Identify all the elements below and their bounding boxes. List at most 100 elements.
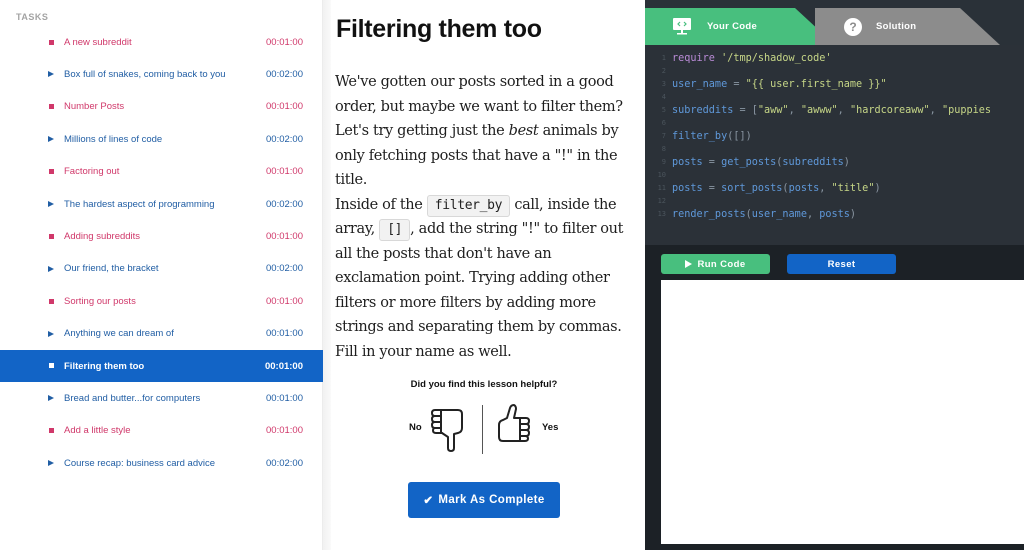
- task-item[interactable]: The hardest aspect of programming 00:02:0…: [0, 188, 323, 220]
- lesson-panel: Filtering them too We've gotten our post…: [331, 0, 645, 550]
- question-icon: ?: [844, 17, 862, 36]
- code-token: ,: [819, 183, 832, 194]
- task-duration: 00:02:00: [266, 69, 303, 81]
- inline-code-brackets: []: [379, 219, 411, 241]
- task-title: Adding subreddits: [64, 231, 141, 243]
- line-number: 2: [661, 67, 666, 75]
- code-token: "hardcoreaww": [849, 105, 930, 116]
- lesson-body: We've gotten our posts sorted in a good …: [335, 70, 635, 364]
- play-icon: [46, 134, 56, 144]
- code-token: posts: [672, 183, 703, 194]
- task-duration: 00:01:00: [264, 360, 303, 372]
- code-token: user_name: [672, 79, 728, 90]
- reset-button[interactable]: Reset: [787, 254, 896, 274]
- task-item[interactable]: Sorting our posts 00:01:00: [0, 285, 323, 317]
- task-title: Millions of lines of code: [64, 133, 163, 145]
- thumbs-up-icon[interactable]: [495, 403, 533, 443]
- task-item[interactable]: Millions of lines of code 00:02:00: [0, 123, 323, 155]
- monitor-code-icon: [673, 18, 691, 35]
- code-token: =: [733, 105, 752, 116]
- code-token: "{{ user.first_name }}": [745, 79, 887, 90]
- task-title: The hardest aspect of programming: [64, 198, 215, 210]
- editor-toolbar: Run Code Reset: [645, 245, 1024, 277]
- task-title: Factoring out: [64, 166, 120, 178]
- code-token: "awww": [800, 105, 838, 116]
- code-input[interactable]: 1 require '/tmp/shadow_code' 2 3 user_name =…: [645, 45, 1024, 245]
- code-token: subreddits: [672, 105, 734, 116]
- task-item[interactable]: Bread and butter...for computers 00:01:00: [0, 382, 323, 414]
- task-duration: 00:01:00: [266, 166, 303, 178]
- feedback-yes-label: Yes: [542, 422, 559, 433]
- task-title: Anything we can dream of: [64, 328, 174, 340]
- code-text: filter_by([]): [672, 130, 752, 143]
- code-line: 6: [645, 117, 1024, 130]
- task-title: Add a little style: [64, 425, 131, 437]
- task-item[interactable]: Number Posts 00:01:00: [0, 91, 323, 123]
- run-code-button[interactable]: Run Code: [661, 254, 770, 274]
- task-duration: 00:02:00: [266, 457, 303, 469]
- code-token: ): [874, 183, 881, 194]
- code-token: "title": [831, 183, 875, 194]
- sidebar-divider: [323, 0, 331, 550]
- code-token: ,: [806, 209, 820, 220]
- task-duration: 00:01:00: [266, 392, 303, 404]
- line-number: 7: [661, 132, 666, 140]
- line-number: 10: [657, 171, 666, 179]
- square-bullet-icon: [46, 296, 56, 306]
- line-number: 5: [661, 106, 666, 114]
- code-text: render_posts(user_name, posts): [672, 208, 856, 221]
- tasks-heading: TASKS: [16, 12, 49, 22]
- task-duration: 00:02:00: [266, 133, 303, 145]
- task-item[interactable]: Add a little style 00:01:00: [0, 415, 323, 447]
- output-pane: [661, 280, 1024, 544]
- task-duration: 00:02:00: [266, 263, 303, 275]
- line-number: 12: [657, 197, 666, 205]
- code-line: 9 posts = get_posts(subreddits): [645, 156, 1024, 169]
- code-line: 4: [645, 91, 1024, 104]
- thumbs-down-icon[interactable]: [428, 406, 466, 452]
- code-token: "aww": [757, 105, 789, 116]
- inline-code-filter-by: filter_by: [426, 194, 511, 217]
- tab-solution[interactable]: ? Solution: [815, 8, 1000, 45]
- task-item[interactable]: Course recap: business card advice 00:02:…: [0, 447, 323, 479]
- code-token: require: [672, 53, 715, 64]
- code-token: subreddits: [782, 157, 844, 168]
- code-text: subreddits = ["aww", "awww", "hardcoreaw…: [672, 104, 991, 117]
- code-line: 12: [645, 195, 1024, 208]
- mark-complete-label: Mark As Complete: [438, 494, 545, 506]
- task-title: Bread and butter...for computers: [64, 392, 201, 404]
- play-icon: [46, 329, 56, 339]
- feedback-no-label: No: [409, 422, 422, 433]
- task-duration: 00:01:00: [266, 36, 303, 48]
- square-bullet-icon: [46, 232, 56, 242]
- reset-label: Reset: [827, 258, 856, 270]
- code-token: render_posts: [672, 209, 746, 220]
- code-token: filter_by: [672, 131, 728, 142]
- code-line: 11 posts = sort_posts(posts, "title"): [645, 182, 1024, 195]
- code-line: 10: [645, 169, 1024, 182]
- line-number: 13: [657, 210, 666, 218]
- task-item[interactable]: Adding subreddits 00:01:00: [0, 220, 323, 252]
- play-icon: [46, 458, 56, 468]
- task-duration: 00:01:00: [266, 231, 303, 243]
- code-line: 7 filter_by([]): [645, 130, 1024, 143]
- task-title: Sorting our posts: [64, 295, 136, 307]
- task-title: Filtering them too: [64, 360, 145, 372]
- code-line: 8: [645, 143, 1024, 156]
- task-item[interactable]: Filtering them too 00:01:00: [0, 349, 323, 383]
- editor-tabbar: Your Code ? Solution: [645, 0, 1024, 45]
- task-title: Our friend, the bracket: [64, 263, 159, 275]
- task-item[interactable]: Factoring out 00:01:00: [0, 156, 323, 188]
- play-icon: [685, 260, 693, 268]
- line-number: 11: [657, 184, 666, 192]
- run-code-label: Run Code: [697, 258, 746, 270]
- task-duration: 00:01:00: [266, 101, 303, 113]
- task-item[interactable]: Box full of snakes, coming back to you 00…: [0, 58, 323, 90]
- task-item[interactable]: Anything we can dream of 00:01:00: [0, 318, 323, 350]
- code-token: get_posts: [721, 157, 777, 168]
- code-token: =: [702, 183, 722, 194]
- play-icon: [46, 264, 56, 274]
- task-item[interactable]: A new subreddit 00:01:00: [0, 26, 323, 58]
- task-item[interactable]: Our friend, the bracket 00:02:00: [0, 253, 323, 285]
- mark-complete-button[interactable]: ✔ Mark As Complete: [408, 482, 560, 518]
